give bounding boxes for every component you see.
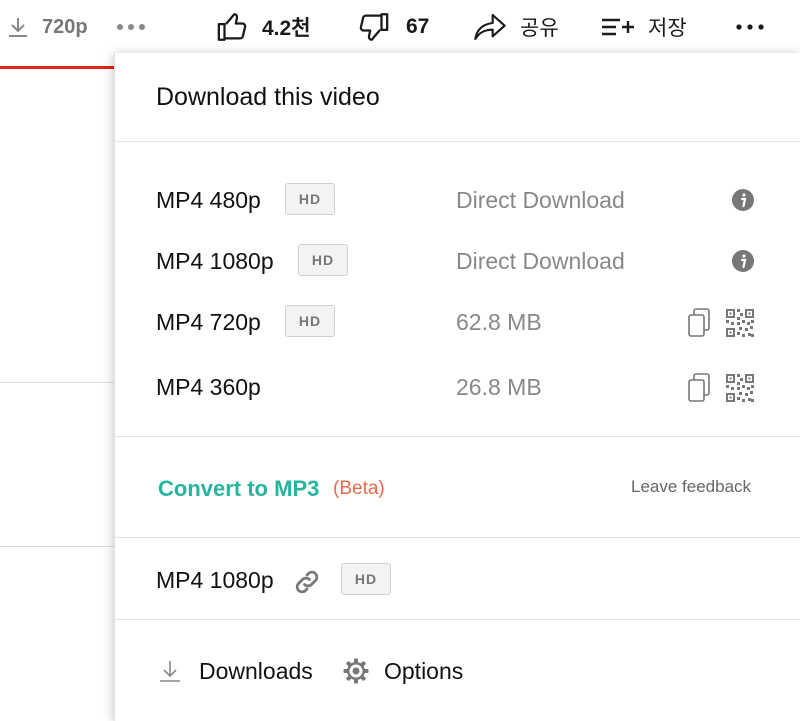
download-popup: Download this video MP4 480p HD Direct D… <box>114 53 800 721</box>
hd-badge: HD <box>341 563 391 595</box>
format-label: MP4 720p <box>156 309 261 335</box>
qr-code-icon[interactable] <box>726 374 754 407</box>
progress-bar-red <box>0 66 114 69</box>
hd-badge: HD <box>298 244 348 276</box>
divider <box>115 537 800 538</box>
link-chain-icon[interactable] <box>291 567 323 602</box>
thumbs-up-icon <box>216 10 250 44</box>
share-button[interactable]: 공유 <box>472 10 559 44</box>
background-divider <box>0 546 114 547</box>
save-label: 저장 <box>648 17 687 40</box>
hd-badge: HD <box>285 183 335 215</box>
file-size: 26.8 MB <box>456 374 542 400</box>
more-actions-button[interactable] <box>735 10 765 44</box>
dislike-count: 67 <box>406 15 430 38</box>
format-label: MP4 480p <box>156 187 261 213</box>
quality-label: 720p <box>42 15 88 38</box>
download-arrow-icon <box>159 659 181 688</box>
format-row-1080p[interactable]: MP4 1080p HD Direct Download <box>115 242 800 282</box>
quality-more-button[interactable] <box>116 10 148 44</box>
file-size: 62.8 MB <box>456 309 542 335</box>
copy-link-icon[interactable] <box>687 373 711 408</box>
gear-icon[interactable] <box>343 658 369 689</box>
info-icon[interactable] <box>731 188 755 217</box>
downloads-link[interactable]: Downloads <box>199 658 313 685</box>
thumbs-down-icon <box>356 10 390 44</box>
qr-code-icon[interactable] <box>726 309 754 342</box>
info-icon[interactable] <box>731 249 755 278</box>
direct-download-link[interactable]: Direct Download <box>456 187 625 214</box>
quality-download-button[interactable]: 720p <box>6 10 88 44</box>
popup-title: Download this video <box>156 83 380 111</box>
options-link[interactable]: Options <box>384 658 463 685</box>
more-horizontal-icon <box>735 23 765 31</box>
divider <box>115 141 800 142</box>
beta-label: (Beta) <box>333 478 385 499</box>
divider <box>115 619 800 620</box>
share-label: 공유 <box>520 17 559 40</box>
download-arrow-icon <box>6 15 30 39</box>
share-arrow-icon <box>472 11 508 43</box>
convert-to-mp3-link[interactable]: Convert to MP3 <box>158 476 319 502</box>
copy-link-icon[interactable] <box>687 308 711 343</box>
format-label: MP4 1080p <box>156 567 274 593</box>
format-label: MP4 1080p <box>156 248 274 274</box>
format-label: MP4 360p <box>156 374 261 400</box>
hd-badge: HD <box>285 305 335 337</box>
video-action-bar: 720p 4.2천 67 공유 저장 <box>0 0 800 54</box>
format-row-480p[interactable]: MP4 480p HD Direct Download <box>115 181 800 221</box>
like-count: 4.2천 <box>262 17 311 40</box>
playlist-add-icon <box>600 15 636 39</box>
format-row-360p[interactable]: MP4 360p 26.8 MB <box>115 368 800 408</box>
link-row-1080p[interactable]: MP4 1080p HD <box>115 561 800 601</box>
direct-download-link[interactable]: Direct Download <box>456 248 625 275</box>
save-button[interactable]: 저장 <box>600 10 687 44</box>
more-dots-icon <box>116 22 148 32</box>
dislike-button[interactable]: 67 <box>356 10 429 44</box>
like-button[interactable]: 4.2천 <box>216 10 311 44</box>
leave-feedback-link[interactable]: Leave feedback <box>631 477 751 497</box>
divider <box>115 436 800 437</box>
background-divider <box>0 382 114 383</box>
format-row-720p[interactable]: MP4 720p HD 62.8 MB <box>115 303 800 343</box>
